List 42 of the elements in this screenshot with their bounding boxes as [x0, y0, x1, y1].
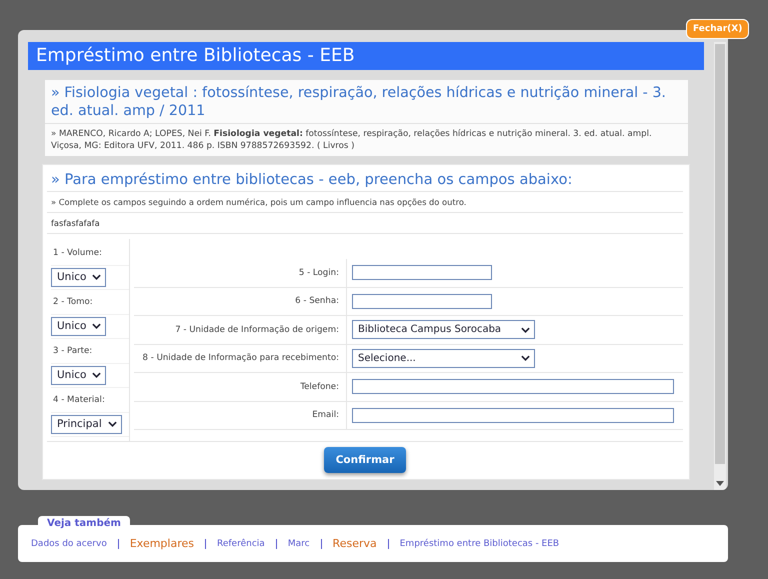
dropdown[interactable]: Principal	[51, 414, 122, 434]
footer-link[interactable]: Reserva	[332, 537, 377, 550]
book-reference: » MARENCO, Ricardo A; LOPES, Nei F. Fisiologia vegetal: fotossíntese, respiração, relações hídricas e nutrição mineral. 3. ed. atual. ampl. Viçosa, MG: Editora UFV, 2011. 486 p. ISBN 9788572693592. ( Livros )	[50, 128, 653, 153]
footer-link[interactable]: Dados do acervo	[31, 538, 107, 548]
footer-link[interactable]: Exemplares	[130, 537, 194, 550]
field-label: 6 - Senha:	[295, 296, 339, 306]
dropdown[interactable]: Biblioteca Campus Sorocaba	[352, 320, 535, 340]
scroll-down-icon[interactable]	[716, 481, 724, 486]
field-label: 5 - Login:	[298, 268, 339, 278]
dropdown[interactable]: Unico	[51, 366, 106, 385]
input-field[interactable]	[352, 408, 674, 423]
chevron-icon	[108, 421, 117, 428]
field-label: 3 - Parte:	[52, 346, 92, 356]
dropdown[interactable]: Unico	[51, 268, 106, 287]
footer-link[interactable]: Referência	[217, 538, 265, 548]
footer-link[interactable]: Empréstimo entre Bibliotecas - EEB	[400, 538, 560, 548]
input-field[interactable]	[352, 265, 492, 280]
chevron-icon	[521, 355, 530, 362]
field-label: 8 - Unidade de Informação para recebimento:	[142, 353, 339, 364]
field-label: Telefone:	[300, 382, 339, 392]
footer-link[interactable]: Marc	[288, 538, 310, 548]
instruction-text: » Complete os campos seguindo a ordem numérica, pois um campo influencia nas opções do outro.	[47, 192, 683, 213]
field-label: 1 - Volume:	[52, 248, 102, 258]
chevron-icon	[521, 326, 530, 333]
input-field[interactable]	[352, 294, 492, 309]
dialog-title: Empréstimo entre Bibliotecas - EEB	[28, 42, 704, 70]
field-label: Email:	[312, 410, 339, 420]
dropdown[interactable]: Unico	[51, 316, 106, 336]
book-title: » Fisiologia vegetal : fotossíntese, respiração, relações hídricas e nutrição mineral - 3. ed. atual. amp / 2011	[45, 80, 688, 124]
dropdown[interactable]: Selecione...	[352, 348, 535, 368]
field-label: 2 - Tomo:	[52, 296, 93, 307]
field-label: 4 - Material:	[52, 394, 105, 405]
form-heading: » Para empréstimo entre bibliotecas - eeb, preencha os campos abaixo:	[47, 165, 683, 192]
input-field[interactable]	[352, 379, 674, 394]
scrollbar[interactable]	[714, 42, 726, 490]
chevron-icon	[92, 323, 102, 330]
chevron-icon	[92, 372, 102, 378]
note-text: fasfasfafafa	[47, 213, 683, 234]
field-label: 7 - Unidade de Informação de origem:	[175, 324, 339, 335]
chevron-icon	[92, 274, 102, 280]
confirm-button[interactable]: Confirmar	[324, 447, 406, 473]
scrollbar-thumb[interactable]	[715, 44, 725, 464]
